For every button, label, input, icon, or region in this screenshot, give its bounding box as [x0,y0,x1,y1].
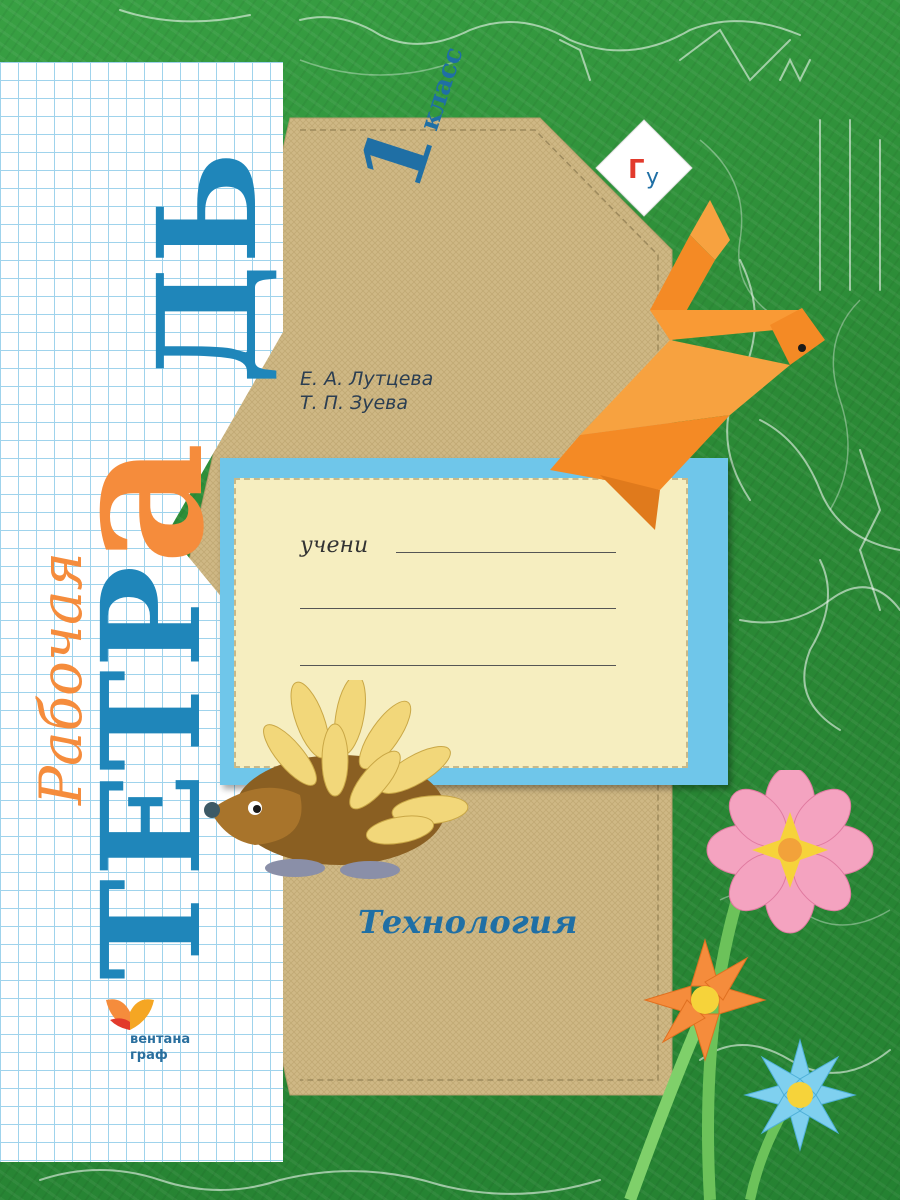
title-d: ДЬ [128,151,288,385]
author-1: Е. А. Лутцева [300,368,434,390]
paper-flower-icon [624,770,874,1200]
grade-word: класс [414,43,470,135]
publisher-line-1: вентана [130,1032,191,1047]
origami-bird-icon [550,200,825,530]
svg-text:у: у [646,165,659,190]
author-2: Т. П. Зуева [300,392,409,414]
book-cover: ТЕТР а ДЬ Рабочая 1класс Е. А. Лутцева Т… [0,0,900,1200]
publisher-name: вентана граф [130,1032,190,1064]
hedgehog-applique-icon [204,680,469,879]
name-line-1[interactable] [396,552,616,553]
student-label: учени [300,533,369,558]
svg-text:Г: Г [628,155,645,185]
authors: Е. А. Лутцева Т. П. Зуева [300,367,433,415]
name-line-3[interactable] [300,665,616,666]
butterfly-logo-icon [106,999,154,1030]
subject-title: Технология [358,903,578,941]
publisher-line-2: граф [130,1048,168,1063]
title-letter-a: а [23,441,246,565]
name-line-2[interactable] [300,608,616,609]
title-rabochaya: Рабочая [27,552,95,805]
